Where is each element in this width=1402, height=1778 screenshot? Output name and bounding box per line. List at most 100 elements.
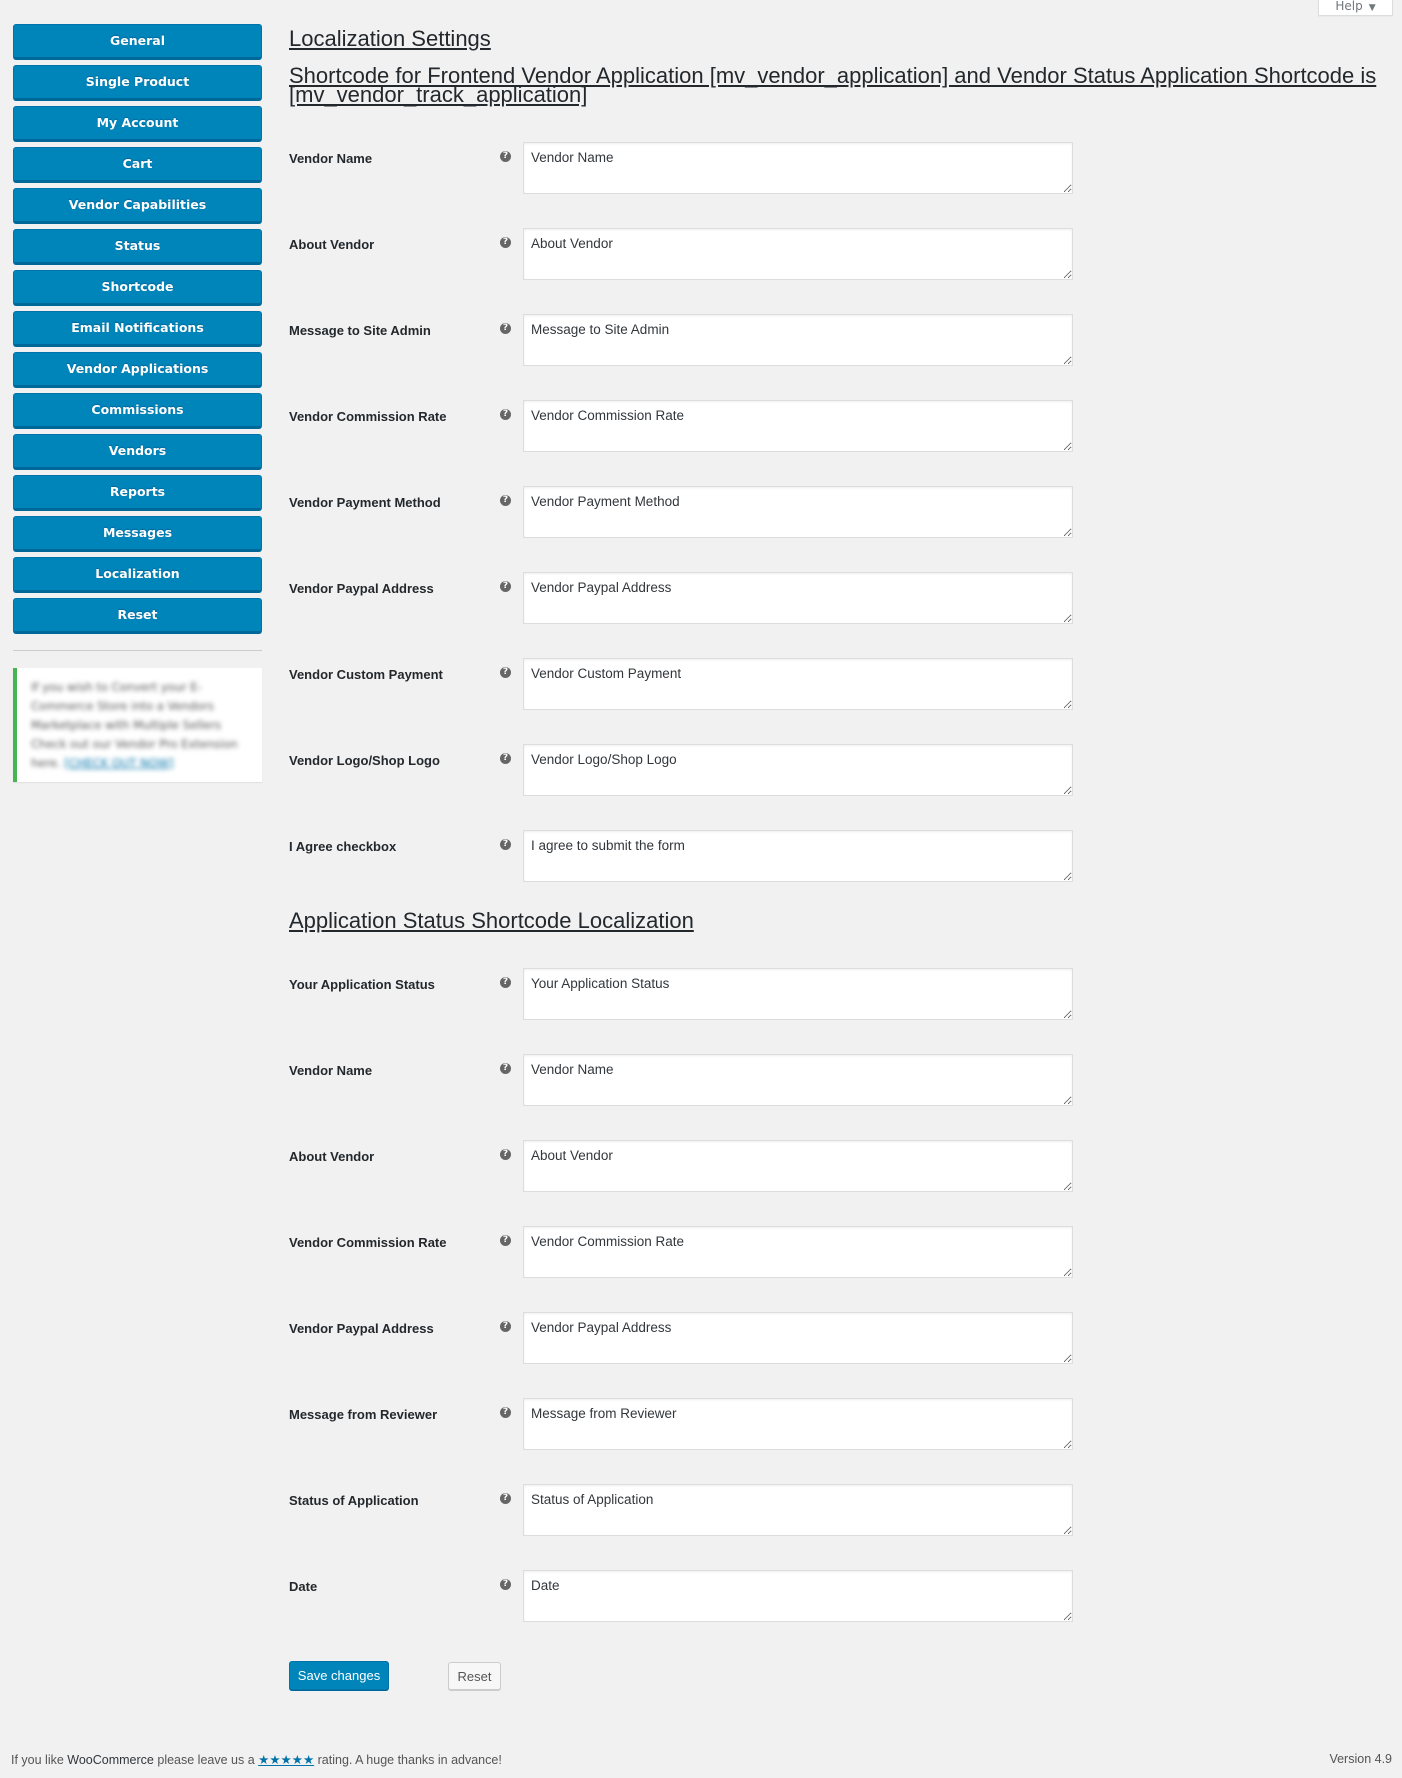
about-vendor-textarea[interactable]: [523, 1140, 1073, 1192]
sidebar-item-localization[interactable]: Localization: [13, 557, 262, 593]
sidebar-item-email-notifications[interactable]: Email Notifications: [13, 311, 262, 347]
field-label: Vendor Commission Rate: [289, 409, 447, 424]
field-label: Message to Site Admin: [289, 323, 431, 338]
sidebar-item-commissions[interactable]: Commissions: [13, 393, 262, 429]
field-label: Vendor Logo/Shop Logo: [289, 753, 440, 768]
vendor-custom-payment-textarea[interactable]: [523, 658, 1073, 710]
field-row-vendor-paypal-address: Vendor Paypal Address?: [289, 572, 1089, 624]
help-tip-icon[interactable]: ?: [500, 977, 511, 988]
help-tip-icon[interactable]: ?: [500, 753, 511, 764]
help-tip-icon[interactable]: ?: [500, 581, 511, 592]
sidebar-item-reports[interactable]: Reports: [13, 475, 262, 511]
about-vendor-textarea[interactable]: [523, 228, 1073, 280]
help-tip-icon[interactable]: ?: [500, 1063, 511, 1074]
sidebar-item-cart[interactable]: Cart: [13, 147, 262, 183]
sidebar-item-vendor-capabilities[interactable]: Vendor Capabilities: [13, 188, 262, 224]
vendor-payment-method-textarea[interactable]: [523, 486, 1073, 538]
help-tip-icon[interactable]: ?: [500, 1407, 511, 1418]
help-tip-icon[interactable]: ?: [500, 1235, 511, 1246]
field-label: About Vendor: [289, 1149, 375, 1164]
help-label: Help: [1335, 0, 1363, 13]
field-label: Status of Application: [289, 1493, 419, 1508]
field-label: I Agree checkbox: [289, 839, 397, 854]
footer-suffix: rating. A huge thanks in advance!: [314, 1753, 502, 1767]
field-label: Date: [289, 1579, 318, 1594]
field-label: Vendor Paypal Address: [289, 1321, 434, 1336]
help-tip-icon[interactable]: ?: [500, 237, 511, 248]
promo-check-out-link[interactable]: [CHECK OUT NOW]: [64, 756, 173, 770]
footer-rating-text: If you like WooCommerce please leave us …: [11, 1752, 502, 1767]
help-tab-button[interactable]: Help ▼: [1318, 0, 1393, 16]
reset-button[interactable]: Reset: [448, 1662, 501, 1690]
save-changes-button[interactable]: Save changes: [289, 1661, 389, 1690]
field-row-vendor-payment-method: Vendor Payment Method?: [289, 486, 1089, 538]
field-row-vendor-commission-rate: Vendor Commission Rate?: [289, 1226, 1089, 1278]
promo-notice: If you wish to Convert your E-Commerce S…: [13, 668, 262, 782]
shortcode-subtitle: Shortcode for Frontend Vendor Applicatio…: [289, 63, 1377, 107]
your-application-status-textarea[interactable]: [523, 968, 1073, 1020]
footer-brand: WooCommerce: [67, 1753, 154, 1767]
vendor-paypal-address-textarea[interactable]: [523, 572, 1073, 624]
footer-prefix: If you like: [11, 1753, 68, 1767]
sidebar-divider: [13, 650, 262, 651]
page-title: Localization Settings: [289, 26, 491, 51]
sidebar-item-vendor-applications[interactable]: Vendor Applications: [13, 352, 262, 388]
vendor-name-textarea[interactable]: [523, 1054, 1073, 1106]
help-tip-icon[interactable]: ?: [500, 323, 511, 334]
date-textarea[interactable]: [523, 1570, 1073, 1622]
sidebar-item-single-product[interactable]: Single Product: [13, 65, 262, 101]
vendor-name-textarea[interactable]: [523, 142, 1073, 194]
field-row-vendor-paypal-address: Vendor Paypal Address?: [289, 1312, 1089, 1364]
field-row-vendor-name: Vendor Name?: [289, 1054, 1089, 1106]
sidebar-item-status[interactable]: Status: [13, 229, 262, 265]
help-tip-icon[interactable]: ?: [500, 1493, 511, 1504]
field-row-date: Date?: [289, 1570, 1089, 1622]
rating-stars-link[interactable]: ★★★★★: [258, 1753, 314, 1767]
vendor-logo-shop-logo-textarea[interactable]: [523, 744, 1073, 796]
help-tip-icon[interactable]: ?: [500, 839, 511, 850]
footer-middle: please leave us a: [153, 1753, 259, 1767]
field-row-message-to-site-admin: Message to Site Admin?: [289, 314, 1089, 366]
help-tip-icon[interactable]: ?: [500, 1321, 511, 1332]
help-tip-icon[interactable]: ?: [500, 151, 511, 162]
sidebar-item-shortcode[interactable]: Shortcode: [13, 270, 262, 306]
help-tip-icon[interactable]: ?: [500, 1579, 511, 1590]
help-tip-icon[interactable]: ?: [500, 1149, 511, 1160]
help-tip-icon[interactable]: ?: [500, 409, 511, 420]
version-text: Version 4.9: [1329, 1752, 1392, 1766]
sidebar-item-my-account[interactable]: My Account: [13, 106, 262, 142]
field-row-your-application-status: Your Application Status?: [289, 968, 1089, 1020]
field-row-message-from-reviewer: Message from Reviewer?: [289, 1398, 1089, 1450]
sidebar-item-vendors[interactable]: Vendors: [13, 434, 262, 470]
i-agree-checkbox-textarea[interactable]: [523, 830, 1073, 882]
field-label: Vendor Payment Method: [289, 495, 441, 510]
field-label: About Vendor: [289, 237, 375, 252]
message-from-reviewer-textarea[interactable]: [523, 1398, 1073, 1450]
field-label: Your Application Status: [289, 977, 435, 992]
vendor-commission-rate-textarea[interactable]: [523, 1226, 1073, 1278]
field-label: Vendor Custom Payment: [289, 667, 443, 682]
status-of-application-textarea[interactable]: [523, 1484, 1073, 1536]
field-row-vendor-logo-shop-logo: Vendor Logo/Shop Logo?: [289, 744, 1089, 796]
field-label: Vendor Name: [289, 1063, 373, 1078]
sidebar-item-general[interactable]: General: [13, 24, 262, 60]
status-section-title: Application Status Shortcode Localizatio…: [289, 908, 694, 933]
vendor-paypal-address-textarea[interactable]: [523, 1312, 1073, 1364]
triangle-down-icon: ▼: [1368, 3, 1376, 13]
field-row-status-of-application: Status of Application?: [289, 1484, 1089, 1536]
sidebar-item-reset[interactable]: Reset: [13, 598, 262, 634]
field-row-i-agree-checkbox: I Agree checkbox?: [289, 830, 1089, 882]
vendor-commission-rate-textarea[interactable]: [523, 400, 1073, 452]
field-label: Message from Reviewer: [289, 1407, 438, 1422]
sidebar-item-messages[interactable]: Messages: [13, 516, 262, 552]
message-to-site-admin-textarea[interactable]: [523, 314, 1073, 366]
field-row-about-vendor: About Vendor?: [289, 228, 1089, 280]
field-label: Vendor Name: [289, 151, 373, 166]
field-row-vendor-commission-rate: Vendor Commission Rate?: [289, 400, 1089, 452]
field-row-about-vendor: About Vendor?: [289, 1140, 1089, 1192]
field-row-vendor-name: Vendor Name?: [289, 142, 1089, 194]
help-tip-icon[interactable]: ?: [500, 495, 511, 506]
field-label: Vendor Paypal Address: [289, 581, 434, 596]
help-tip-icon[interactable]: ?: [500, 667, 511, 678]
field-row-vendor-custom-payment: Vendor Custom Payment?: [289, 658, 1089, 710]
